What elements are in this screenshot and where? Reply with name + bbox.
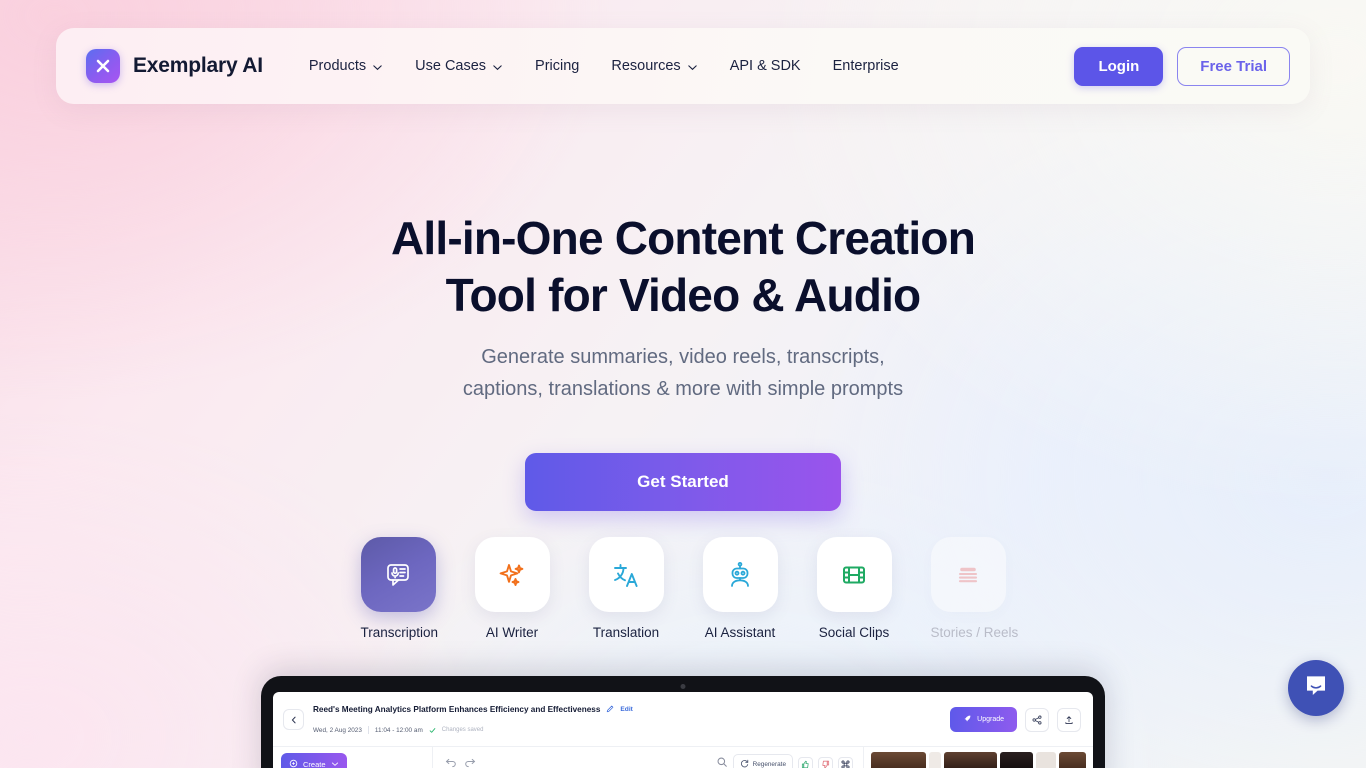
media-thumbnail[interactable] (928, 752, 942, 768)
create-label: Create (303, 760, 326, 768)
app-body: Create Regenerate (273, 747, 1093, 768)
chevron-left-icon[interactable] (283, 709, 304, 730)
doc-time-range: 11:04 - 12:00 am (374, 726, 423, 734)
hero-section: All-in-One Content Creation Tool for Vid… (0, 210, 1366, 511)
transcription-icon (360, 537, 436, 612)
nav-actions: Login Free Trial (1074, 46, 1290, 86)
regenerate-button[interactable]: Regenerate (732, 753, 793, 768)
media-thumbnail[interactable] (871, 752, 926, 768)
media-thumbnail[interactable] (1058, 752, 1087, 768)
feature-label: AI Assistant (704, 625, 776, 640)
search-icon[interactable] (716, 755, 728, 768)
app-preview-screen: Reed's Meeting Analytics Platform Enhanc… (273, 692, 1093, 768)
feature-label: Social Clips (818, 625, 890, 640)
media-thumbnail[interactable] (1000, 752, 1033, 768)
check-icon (429, 721, 436, 739)
thumbs-down-icon[interactable] (818, 756, 833, 768)
regenerate-label: Regenerate (752, 760, 786, 768)
app-doc-heading: Reed's Meeting Analytics Platform Enhanc… (313, 700, 633, 739)
undo-icon[interactable] (445, 755, 457, 768)
upload-icon[interactable] (1057, 707, 1081, 732)
get-started-button[interactable]: Get Started (525, 453, 841, 511)
nav-item-label: Use Cases (415, 58, 487, 74)
app-left-panel: Create (273, 747, 433, 768)
top-navigation-bar: Exemplary AI Products Use Cases Pricing … (56, 28, 1310, 104)
app-topbar: Reed's Meeting Analytics Platform Enhanc… (273, 692, 1093, 747)
edit-link[interactable]: Edit (620, 706, 632, 713)
app-media-panel (863, 747, 1093, 768)
stories-lines-icon (930, 537, 1006, 612)
share-icon[interactable] (1025, 707, 1049, 732)
doc-meta: Wed, 2 Aug 2023 11:04 - 12:00 am Changes… (313, 721, 633, 739)
nav-item-enterprise[interactable]: Enterprise (817, 50, 915, 82)
feature-label: AI Writer (485, 625, 539, 640)
sparkles-icon (474, 537, 550, 612)
feature-label: Stories / Reels (930, 625, 1019, 640)
hero-title-line-1: All-in-One Content Creation (390, 212, 976, 264)
nav-item-label: Products (308, 58, 367, 74)
feature-tile-ai-assistant[interactable]: AI Assistant (702, 537, 778, 640)
brand-logo[interactable]: Exemplary AI (86, 49, 263, 83)
doc-date: Wed, 2 Aug 2023 (313, 726, 362, 734)
chevron-down-icon (372, 62, 383, 73)
nav-item-label: Enterprise (832, 58, 899, 74)
nav-item-use-cases[interactable]: Use Cases (399, 50, 519, 82)
media-thumbnail[interactable] (1035, 752, 1056, 768)
feature-tiles: Transcription AI Writer Translation AI A… (0, 537, 1366, 640)
create-button[interactable]: Create (281, 753, 347, 768)
brand-name: Exemplary AI (133, 54, 263, 77)
laptop-camera-dot (680, 684, 686, 689)
film-strip-icon (816, 537, 892, 612)
rocket-icon (963, 714, 972, 725)
intercom-chat-icon (1303, 673, 1329, 704)
command-icon[interactable] (838, 756, 853, 768)
hero-subtitle: Generate summaries, video reels, transcr… (0, 341, 1366, 405)
chat-launcher-button[interactable] (1288, 660, 1344, 716)
app-topbar-actions: Upgrade (950, 707, 1081, 732)
feature-label: Transcription (360, 625, 439, 640)
upgrade-button[interactable]: Upgrade (950, 707, 1017, 732)
app-editor-toolbar: Regenerate (433, 747, 863, 768)
editor-actions: Regenerate (716, 753, 853, 768)
feature-tile-transcription[interactable]: Transcription (360, 537, 439, 640)
nav-item-products[interactable]: Products (293, 50, 399, 82)
robot-icon (702, 537, 778, 612)
feature-tile-translation[interactable]: Translation (588, 537, 664, 640)
nav-item-pricing[interactable]: Pricing (519, 50, 595, 82)
x-logo-icon (86, 49, 120, 83)
feature-tile-stories-reels[interactable]: Stories / Reels (930, 537, 1019, 640)
nav-item-api-sdk[interactable]: API & SDK (714, 50, 817, 82)
redo-icon[interactable] (464, 755, 476, 768)
nav-item-resources[interactable]: Resources (595, 50, 713, 82)
meta-divider (367, 726, 369, 734)
media-thumbnail[interactable] (944, 752, 998, 768)
nav-item-label: Resources (611, 58, 681, 74)
translate-icon (588, 537, 664, 612)
login-button[interactable]: Login (1074, 46, 1164, 86)
chevron-down-icon (492, 62, 503, 73)
nav-item-label: Pricing (535, 58, 580, 74)
nav-item-label: API & SDK (729, 58, 801, 74)
plus-circle-icon (289, 759, 298, 768)
hero-subtitle-line-1: Generate summaries, video reels, transcr… (481, 346, 885, 368)
hero-subtitle-line-2: captions, translations & more with simpl… (462, 378, 904, 400)
refresh-icon (740, 759, 749, 768)
upgrade-label: Upgrade (977, 716, 1004, 723)
feature-tile-social-clips[interactable]: Social Clips (816, 537, 892, 640)
edit-pencil-icon[interactable] (606, 700, 614, 718)
chevron-down-icon (687, 62, 698, 73)
thumbs-up-icon[interactable] (798, 756, 813, 768)
nav-links: Products Use Cases Pricing Resources API… (293, 50, 915, 82)
save-status: Changes saved (441, 727, 484, 733)
page-title: All-in-One Content Creation Tool for Vid… (0, 210, 1366, 324)
feature-label: Translation (592, 625, 660, 640)
feature-tile-ai-writer[interactable]: AI Writer (474, 537, 550, 640)
free-trial-button[interactable]: Free Trial (1177, 46, 1290, 86)
doc-title: Reed's Meeting Analytics Platform Enhanc… (313, 704, 601, 714)
laptop-mockup: Reed's Meeting Analytics Platform Enhanc… (261, 676, 1105, 768)
hero-title-line-2: Tool for Video & Audio (445, 269, 922, 321)
chevron-down-icon (331, 760, 339, 768)
